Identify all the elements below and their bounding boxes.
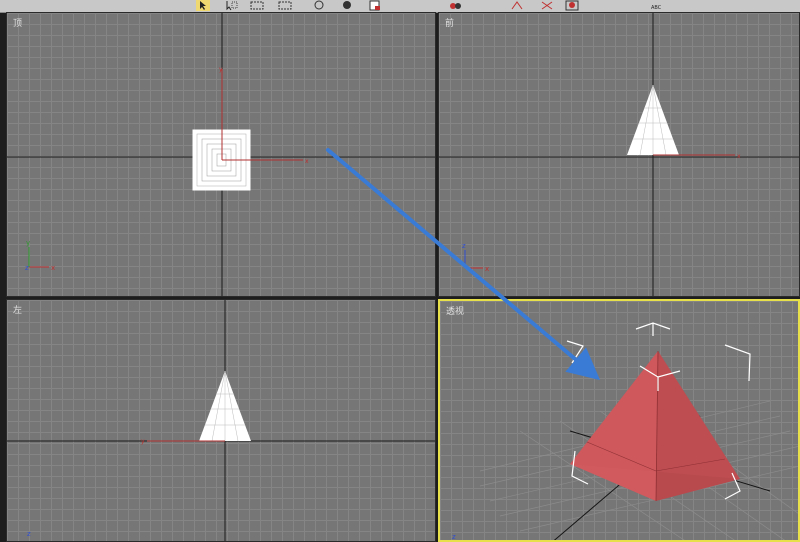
- annotation-arrow-line: [326, 148, 601, 381]
- annotation-arrow: [326, 148, 601, 381]
